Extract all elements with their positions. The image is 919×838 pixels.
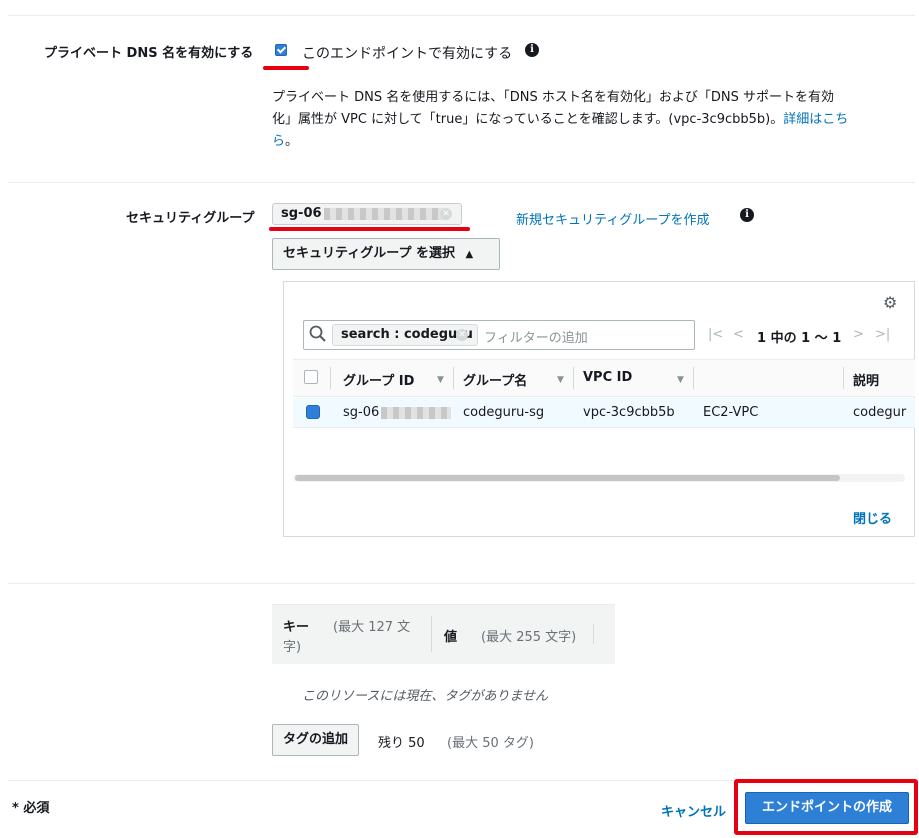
create-security-group-link[interactable]: 新規セキュリティグループを作成 [516,209,709,228]
tags-remaining-hint: (最大 50 タグ) [447,736,534,751]
description-text: 化」属性が VPC に対して「true」になっていることを確認します。(vpc-… [272,112,784,127]
highlight-underline-token [269,227,470,231]
next-page-icon[interactable]: > [853,327,864,342]
section-divider-top [8,15,915,16]
previous-page-icon[interactable]: < [733,327,744,342]
tag-value-hint: (最大 255 文字) [481,630,577,645]
column-header-vpc-id[interactable]: VPC ID [583,370,632,385]
description-end: 。 [285,134,299,149]
search-icon [309,325,329,345]
private-dns-label: プライベート DNS 名を有効にする [44,46,254,61]
column-header-group-name[interactable]: グループ名 [463,370,527,389]
security-group-label: セキュリティグループ [126,211,255,226]
tag-value-header: 値 [444,630,458,645]
private-dns-description: プライベート DNS 名を使用するには、「DNS ホスト名を有効化」および「DN… [272,87,887,153]
tag-key-header: キー [283,620,310,635]
description-line-3: ら。 [272,131,887,153]
highlight-underline-checkbox [263,66,309,70]
select-security-group-label: セキュリティグループ を選択 [283,246,455,261]
caret-up-icon: ▲ [465,249,474,260]
tag-key-hint: (最大 127 文 [333,620,411,635]
private-dns-checkbox[interactable] [275,44,287,56]
cell-type: EC2-VPC [703,405,759,420]
info-icon[interactable]: i [525,43,539,57]
select-security-group-button[interactable]: セキュリティグループ を選択 ▲ [272,238,500,270]
close-picker-link[interactable]: 閉じる [853,508,892,527]
select-all-checkbox[interactable] [304,370,318,384]
column-divider [593,624,594,644]
cell-group-id: sg-06 [343,405,452,420]
sort-caret-icon[interactable]: ▼ [437,375,444,385]
tag-key-hint-cont: 字) [283,640,302,655]
security-group-token[interactable]: sg-06 [272,203,462,225]
private-dns-checkbox-label[interactable]: このエンドポイントで有効にする [302,43,512,63]
info-icon[interactable]: i [740,208,754,222]
column-divider [453,367,454,389]
cell-group-name: codeguru-sg [463,405,545,420]
filter-placeholder: フィルターの追加 [484,331,588,346]
description-line-1: プライベート DNS 名を使用するには、「DNS ホスト名を有効化」および「DN… [272,90,834,105]
cell-group-id-text: sg-06 [343,405,380,420]
row-radio[interactable] [306,405,320,419]
section-divider-security [8,182,915,183]
sort-caret-icon[interactable]: ▼ [677,375,684,385]
filter-chip-label: search : codeguru [341,327,473,342]
description-line-2: 化」属性が VPC に対して「true」になっていることを確認します。(vpc-… [272,109,887,131]
learn-more-link[interactable]: 詳細はこち [783,112,848,127]
column-header-description[interactable]: 説明 [853,370,879,389]
security-group-token-id: sg-06 [281,206,322,221]
tags-remaining: 残り 50 [378,736,425,751]
gear-icon[interactable]: ⚙ [883,293,897,312]
create-endpoint-button[interactable]: エンドポイントの作成 [745,792,909,824]
column-divider [693,367,694,389]
remove-token-icon[interactable]: ✕ [440,208,452,220]
no-tags-message: このリソースには現在、タグがありません [302,689,548,704]
last-page-icon[interactable]: >| [875,327,890,342]
column-header-group-id[interactable]: グループ ID [343,370,414,389]
add-tag-button[interactable]: タグの追加 [272,724,360,756]
cancel-link[interactable]: キャンセル [661,801,726,820]
sort-caret-icon[interactable]: ▼ [557,375,564,385]
required-note: * 必須 [12,801,50,816]
column-divider [330,367,331,389]
remove-filter-icon[interactable]: ✕ [456,329,468,341]
redacted-id [381,406,452,419]
page-info: 1 中の 1 〜 1 [757,331,842,346]
section-divider-tags [8,583,915,584]
scrollbar-thumb[interactable] [295,475,840,481]
cell-description: codeguru [853,405,907,420]
column-divider [573,367,574,389]
first-page-icon[interactable]: |< [708,327,723,342]
column-divider [431,616,432,652]
redacted-id [323,207,444,220]
learn-more-link-cont[interactable]: ら [272,134,285,149]
cell-vpc-id: vpc-3c9cbb5b [583,405,675,420]
column-divider [843,367,844,389]
